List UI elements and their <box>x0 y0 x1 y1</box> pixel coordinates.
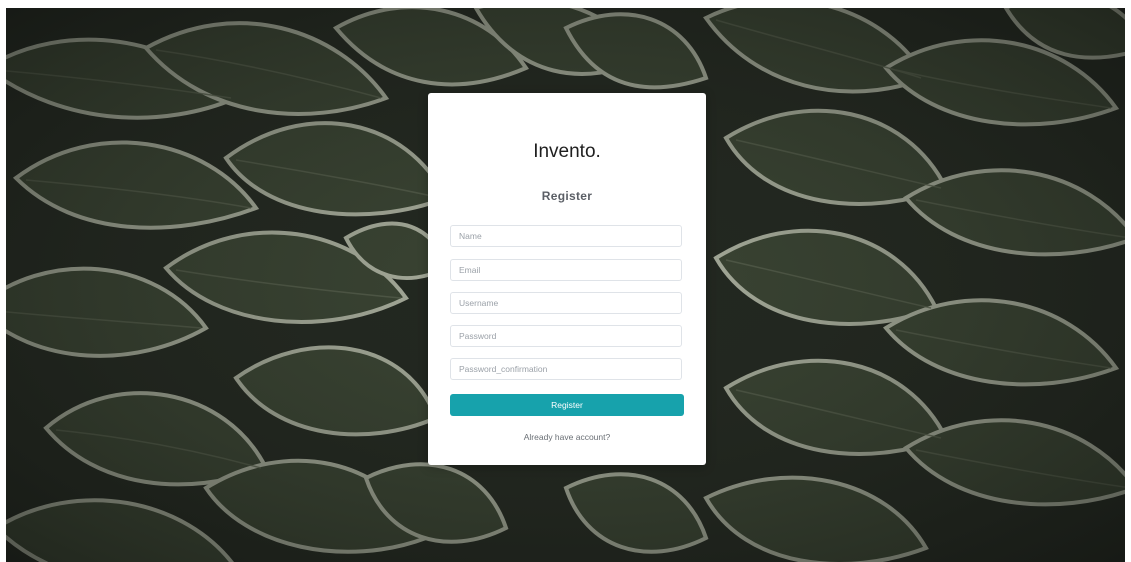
form-heading: Register <box>541 189 593 203</box>
password-confirmation-input[interactable] <box>450 358 682 380</box>
name-input[interactable] <box>450 225 682 247</box>
password-input[interactable] <box>450 325 682 347</box>
login-link[interactable]: Already have account? <box>428 432 706 442</box>
email-input[interactable] <box>450 259 682 281</box>
username-input[interactable] <box>450 292 682 314</box>
register-button[interactable]: Register <box>450 394 684 416</box>
register-card: Invento. Register Register Already have … <box>428 93 706 465</box>
brand-logo-text: Invento. <box>533 141 601 162</box>
